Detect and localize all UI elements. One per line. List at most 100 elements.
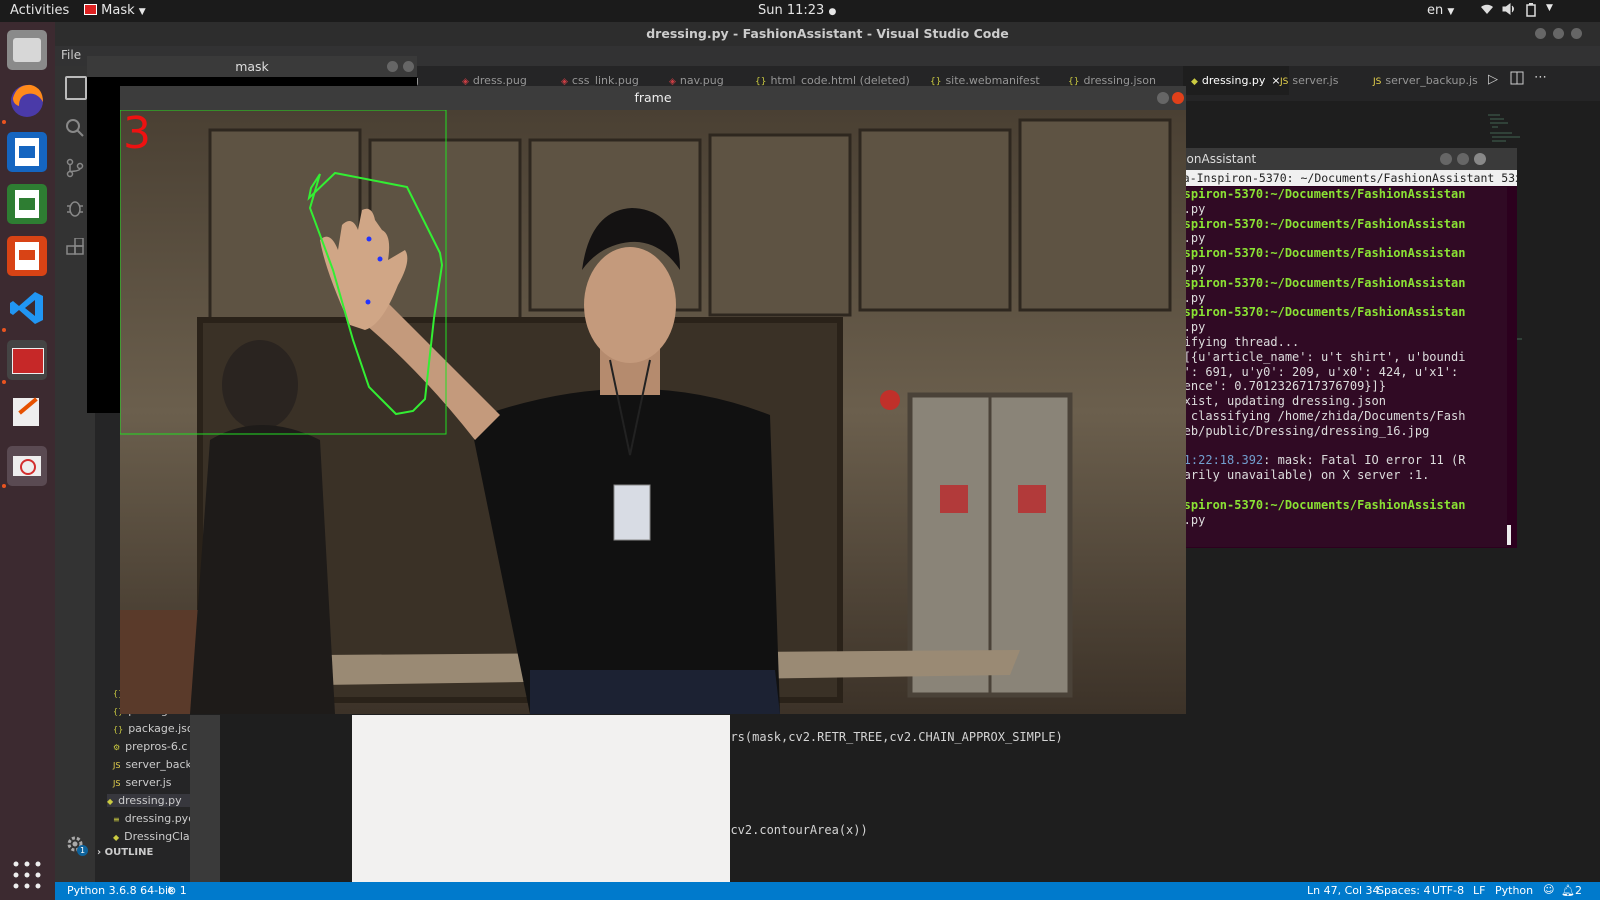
settings-badge: 1 bbox=[77, 845, 88, 856]
wifi-icon[interactable] bbox=[1480, 3, 1494, 19]
minimize-button[interactable] bbox=[1535, 28, 1546, 39]
writer-icon[interactable] bbox=[7, 132, 47, 172]
file-type-icon: JS bbox=[1280, 77, 1289, 87]
file-type-icon: ◆ bbox=[1191, 77, 1198, 87]
mask-app-icon[interactable] bbox=[7, 446, 47, 486]
tab-server_backup-js[interactable]: JS server_backup.js bbox=[1373, 74, 1478, 87]
close-button[interactable] bbox=[1474, 153, 1486, 165]
terminal-line: -Inspiron-5370:~/Documents/FashionAssist… bbox=[1162, 276, 1507, 291]
running-indicator bbox=[2, 380, 6, 384]
file-type-icon: ◆ bbox=[113, 833, 120, 842]
mask-window-title-bar[interactable]: mask bbox=[87, 56, 417, 77]
impress-icon[interactable] bbox=[7, 236, 47, 276]
close-button[interactable] bbox=[1172, 92, 1184, 104]
defect-point bbox=[365, 299, 371, 305]
more-actions-icon[interactable]: ⋯ bbox=[1534, 70, 1547, 85]
text-editor-icon[interactable] bbox=[7, 392, 47, 432]
file-type-icon: JS bbox=[113, 761, 121, 770]
explorer-icon[interactable] bbox=[65, 76, 87, 100]
dock bbox=[0, 22, 55, 900]
tab-dressing-py[interactable]: ◆ dressing.py × bbox=[1183, 66, 1289, 95]
file-type-icon: ≡ bbox=[113, 815, 120, 824]
terminal-line-text: ish classifying /home/zhida/Documents/Fa… bbox=[1162, 408, 1466, 423]
terminal-line: : 11:22:18.392: mask: Fatal IO error 11 … bbox=[1162, 453, 1507, 468]
tab-label: server_backup.js bbox=[1385, 74, 1478, 87]
terminal-output[interactable]: -Inspiron-5370:~/Documents/FashionAssist… bbox=[1162, 187, 1507, 547]
terminal-line-text: e exist, updating dressing.json bbox=[1162, 394, 1386, 409]
explorer-file-item[interactable]: ◆ dressing.py bbox=[107, 794, 190, 807]
volume-icon[interactable] bbox=[1502, 3, 1516, 19]
vscode-icon[interactable] bbox=[7, 288, 47, 328]
debug-icon[interactable] bbox=[65, 198, 85, 221]
firefox-icon[interactable] bbox=[7, 80, 47, 120]
explorer-file-item[interactable]: ⚙ prepros-6.c bbox=[113, 740, 187, 753]
terminal-line: -Inspiron-5370:~/Documents/FashionAssist… bbox=[1162, 246, 1507, 261]
minimize-button[interactable] bbox=[1157, 92, 1169, 104]
explorer-file-item[interactable]: JS server.js bbox=[113, 776, 172, 789]
settings-gear-icon[interactable]: 1 bbox=[65, 834, 88, 857]
terminal-line: -Inspiron-5370:~/Documents/FashionAssist… bbox=[1162, 498, 1507, 513]
terminal-line: -Inspiron-5370:~/Documents/FashionAssist… bbox=[1162, 305, 1507, 320]
terminal-tab-path[interactable]: hida-Inspiron-5370: ~/Documents/FashionA… bbox=[1162, 170, 1517, 186]
encoding[interactable]: UTF-8 bbox=[1432, 884, 1464, 897]
language-selector[interactable]: en ▼ bbox=[1427, 3, 1454, 18]
file-name: dressing.pyc bbox=[124, 812, 195, 825]
terminal-line: ': [{u'article_name': u't shirt', u'boun… bbox=[1162, 350, 1507, 365]
terminal-line-text: -Inspiron-5370:~/Documents/FashionAssist… bbox=[1162, 275, 1466, 290]
minimize-button[interactable] bbox=[387, 61, 398, 72]
cursor-position[interactable]: Ln 47, Col 34 bbox=[1307, 884, 1380, 897]
terminal-line-text: -Inspiron-5370:~/Documents/FashionAssist… bbox=[1162, 216, 1466, 231]
maximize-button[interactable] bbox=[1457, 153, 1469, 165]
extensions-icon[interactable] bbox=[65, 237, 85, 261]
file-type-icon: ◆ bbox=[107, 797, 114, 806]
app-icon bbox=[84, 4, 97, 15]
files-icon[interactable] bbox=[7, 30, 47, 70]
minimize-button[interactable] bbox=[1440, 153, 1452, 165]
menu-file[interactable]: File bbox=[61, 48, 81, 62]
terminal-timestamp: 11:22:18.392 bbox=[1176, 453, 1264, 468]
search-icon[interactable] bbox=[65, 118, 85, 141]
indentation[interactable]: Spaces: 4 bbox=[1377, 884, 1430, 897]
notification-dot-icon: ● bbox=[828, 7, 837, 17]
battery-icon[interactable] bbox=[1525, 3, 1537, 21]
file-name: server_back bbox=[125, 758, 192, 771]
file-type-icon: ⚙ bbox=[113, 743, 121, 752]
chevron-down-icon: ▼ bbox=[138, 7, 146, 17]
terminal-title-bar[interactable]: ashionAssistant bbox=[1162, 148, 1517, 170]
terminal-app-icon[interactable] bbox=[7, 340, 47, 380]
activities-button[interactable]: Activities bbox=[10, 3, 69, 18]
feedback-smiley-icon[interactable]: ☺ bbox=[1543, 883, 1554, 896]
outline-section[interactable]: › OUTLINE bbox=[97, 847, 153, 858]
clock[interactable]: Sun 11:23 ● bbox=[758, 3, 836, 18]
terminal-scrollbar[interactable] bbox=[1507, 525, 1511, 545]
problems-count[interactable]: ⊗ 1 bbox=[167, 884, 187, 897]
python-interpreter[interactable]: Python 3.6.8 64-bit bbox=[67, 884, 172, 897]
file-name: package.jso bbox=[128, 722, 194, 735]
explorer-file-item[interactable]: {} package.jso bbox=[113, 722, 194, 735]
calc-icon[interactable] bbox=[7, 184, 47, 224]
chevron-down-icon[interactable]: ▼ bbox=[1546, 3, 1553, 13]
split-editor-icon[interactable] bbox=[1510, 71, 1524, 88]
tab-label: server.js bbox=[1292, 74, 1339, 87]
language-mode[interactable]: Python bbox=[1495, 884, 1533, 897]
close-button[interactable] bbox=[403, 61, 414, 72]
file-name: prepros-6.c bbox=[125, 740, 188, 753]
end-of-line[interactable]: LF bbox=[1473, 884, 1485, 897]
terminal-line-text: 'y1': 691, u'y0': 209, u'x0': 424, u'x1'… bbox=[1162, 364, 1459, 379]
source-control-icon[interactable] bbox=[65, 158, 85, 181]
app-menu[interactable]: Mask ▼ bbox=[84, 3, 146, 18]
running-indicator bbox=[2, 328, 6, 332]
explorer-file-item[interactable]: ≡ dressing.pyc bbox=[113, 812, 194, 825]
tab-server-js[interactable]: JS server.js bbox=[1280, 74, 1338, 87]
frame-window-title-bar[interactable]: frame bbox=[120, 86, 1186, 110]
notifications-bell-icon[interactable]: 🔔︎2 bbox=[1561, 884, 1582, 897]
terminal-line-text: porarily unavailable) on X server :1. bbox=[1162, 468, 1430, 483]
explorer-file-item[interactable]: ◆ DressingClas bbox=[113, 830, 195, 843]
run-icon[interactable]: ▷ bbox=[1488, 72, 1498, 87]
show-applications-icon[interactable] bbox=[12, 860, 42, 890]
terminal-line-text: fidence': 0.7012326717376709}]} bbox=[1162, 379, 1386, 394]
maximize-button[interactable] bbox=[1553, 28, 1564, 39]
explorer-file-item[interactable]: JS server_back bbox=[113, 758, 192, 771]
close-button[interactable] bbox=[1571, 28, 1582, 39]
